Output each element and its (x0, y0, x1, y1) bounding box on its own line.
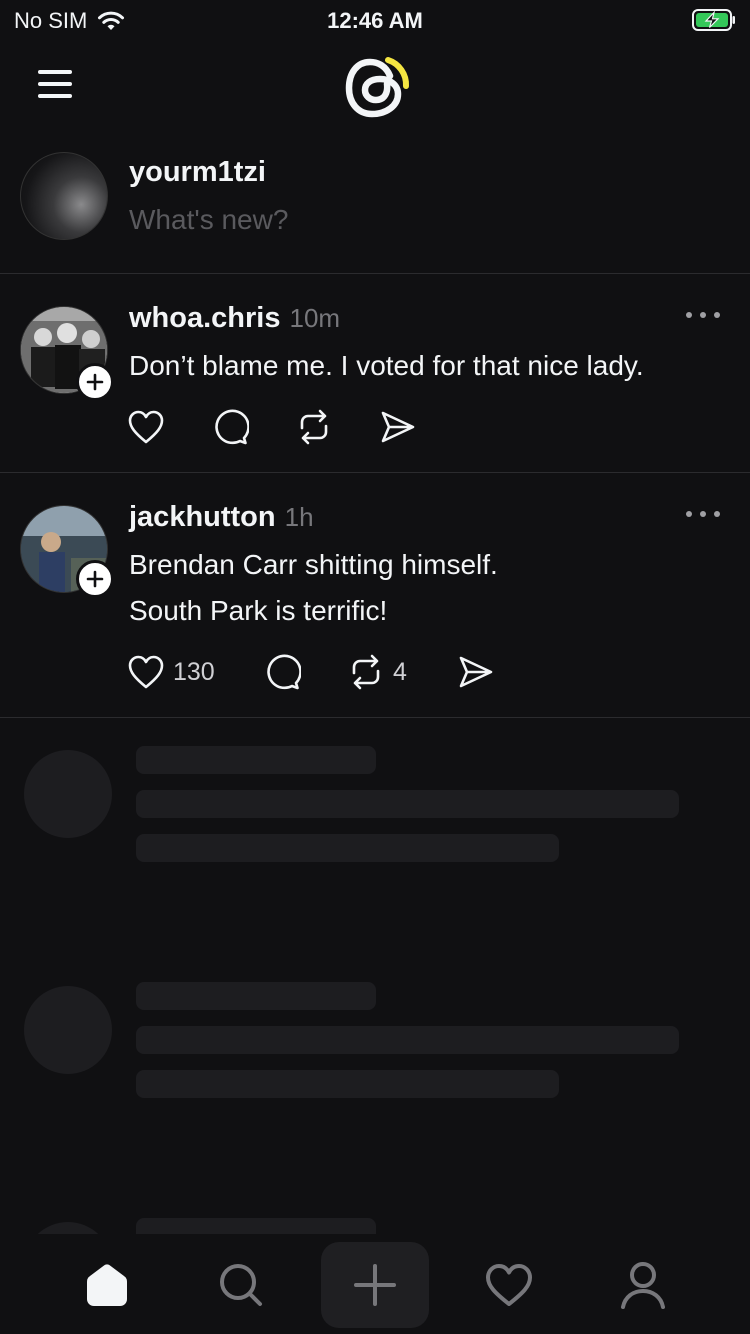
composer-input[interactable]: What's new? (129, 204, 288, 236)
more-options-button[interactable] (686, 308, 720, 322)
skeleton-avatar (24, 750, 112, 838)
tab-compose[interactable] (321, 1242, 429, 1328)
post-actions: 130 4 (127, 653, 517, 691)
skeleton-line (136, 1218, 376, 1234)
reply-button[interactable] (263, 653, 347, 691)
heart-icon (128, 410, 164, 444)
reply-button[interactable] (211, 408, 295, 446)
follow-button[interactable] (76, 560, 114, 598)
post-time: 1h (284, 502, 314, 532)
reply-icon (215, 409, 249, 445)
post-card[interactable]: whoa.chris 10m Don’t blame me. I voted f… (0, 274, 750, 473)
share-button[interactable] (457, 654, 517, 690)
activity-icon (486, 1264, 532, 1306)
post-text: Don’t blame me. I voted for that nice la… (129, 343, 644, 389)
threads-logo-icon[interactable] (340, 48, 412, 120)
compose-icon (354, 1264, 396, 1306)
tab-activity[interactable] (455, 1242, 563, 1328)
post-line: Brendan Carr shitting himself. (129, 549, 498, 580)
skeleton-line (136, 746, 376, 774)
loading-skeleton (0, 718, 750, 954)
repost-button[interactable] (295, 408, 379, 446)
tab-home[interactable] (53, 1242, 161, 1328)
new-thread-composer[interactable]: yourm1tzi What's new? (0, 132, 750, 274)
share-button[interactable] (379, 409, 439, 445)
post-actions (127, 408, 439, 446)
post-line: South Park is terrific! (129, 595, 388, 626)
skeleton-avatar (24, 986, 112, 1074)
tab-search[interactable] (187, 1242, 295, 1328)
user-avatar[interactable] (20, 152, 108, 240)
loading-skeleton (0, 1190, 750, 1234)
like-button[interactable] (127, 409, 211, 445)
top-nav (0, 42, 750, 132)
profile-icon (621, 1262, 665, 1309)
skeleton-line (136, 790, 679, 818)
skeleton-line (136, 982, 376, 1010)
send-icon (459, 656, 493, 688)
plus-icon (86, 373, 104, 391)
skeleton-avatar (24, 1222, 112, 1234)
send-icon (381, 411, 415, 443)
follow-button[interactable] (76, 363, 114, 401)
repost-button[interactable]: 4 (347, 653, 457, 691)
plus-icon (86, 570, 104, 588)
skeleton-line (136, 1070, 559, 1098)
bottom-tab-bar (0, 1234, 750, 1334)
repost-icon (300, 409, 328, 445)
post-header: jackhutton 1h (129, 501, 314, 534)
post-time: 10m (289, 303, 341, 333)
menu-button[interactable] (36, 70, 76, 100)
repost-icon (352, 654, 380, 690)
post-username[interactable]: jackhutton (129, 501, 276, 534)
repost-count: 4 (393, 657, 407, 686)
like-count: 130 (173, 657, 215, 686)
like-button[interactable]: 130 (127, 654, 263, 690)
skeleton-line (136, 834, 559, 862)
post-username[interactable]: whoa.chris (129, 302, 281, 335)
status-bar: No SIM 12:46 AM (0, 0, 750, 42)
battery-charging-icon (692, 9, 735, 31)
loading-skeleton (0, 954, 750, 1190)
tab-profile[interactable] (589, 1242, 697, 1328)
post-header: whoa.chris 10m (129, 302, 340, 335)
post-text: Brendan Carr shitting himself. South Par… (129, 542, 498, 634)
more-options-button[interactable] (686, 507, 720, 521)
composer-username: yourm1tzi (129, 156, 266, 188)
search-icon (220, 1264, 262, 1306)
skeleton-line (136, 1026, 679, 1054)
reply-icon (267, 654, 301, 690)
home-icon (87, 1264, 127, 1306)
heart-icon (128, 655, 164, 689)
post-line: Don’t blame me. I voted for that nice la… (129, 350, 644, 381)
status-time: 12:46 AM (327, 8, 423, 33)
post-card[interactable]: jackhutton 1h Brendan Carr shitting hims… (0, 473, 750, 718)
